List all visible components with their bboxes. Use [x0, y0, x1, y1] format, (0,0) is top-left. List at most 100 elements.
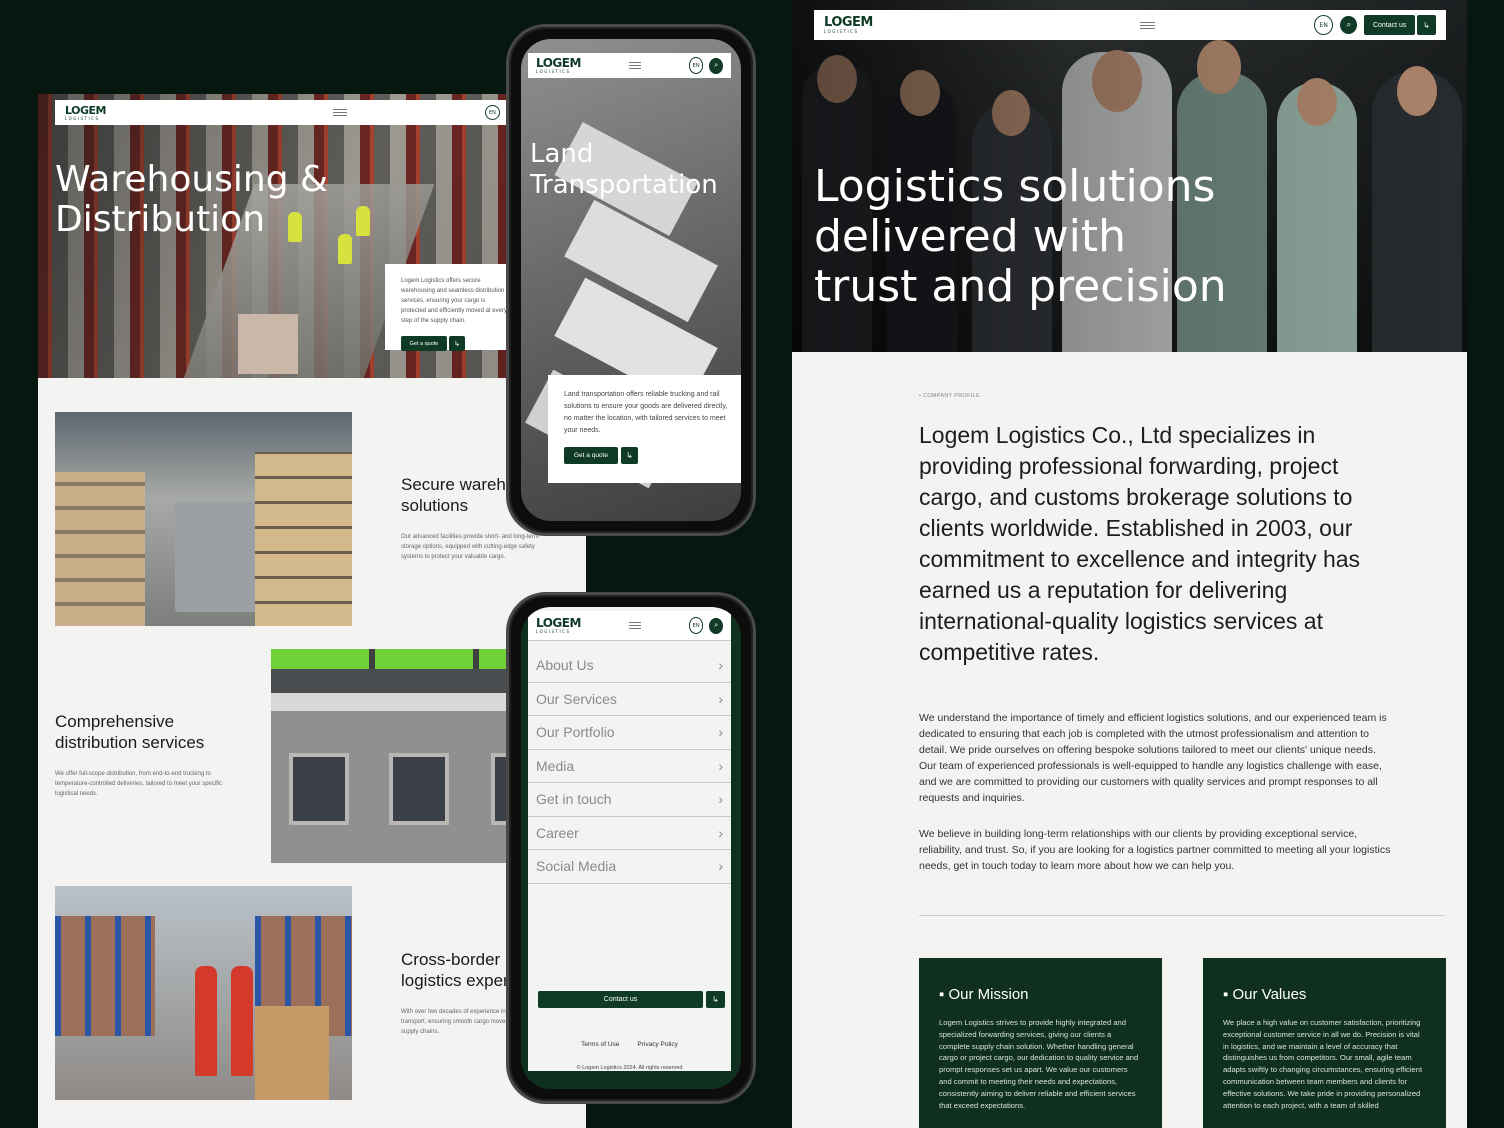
- copyright: © Logem Logistics 2024. All rights reser…: [576, 1065, 683, 1071]
- chevron-right-icon: ›: [718, 824, 723, 841]
- shelf-stack: [255, 452, 352, 626]
- logo[interactable]: LOGEM LOGISTICS: [536, 57, 581, 74]
- hero-title-line: delivered with: [814, 211, 1127, 262]
- lead-paragraph: Logem Logistics Co., Ltd specializes in …: [919, 422, 1361, 665]
- land-transport-hero: LOGEM LOGISTICS EN ⌕ Land Transportation …: [521, 39, 741, 521]
- dock-door: [389, 753, 449, 825]
- get-quote-button[interactable]: Get a quote: [401, 336, 447, 351]
- phone-land-transport: LOGEM LOGISTICS EN ⌕ Land Transportation …: [506, 24, 756, 536]
- racking: [55, 916, 155, 1036]
- contact-row: Contact us ↳: [538, 991, 725, 1008]
- menu-screen: LOGEM LOGISTICS EN ⌕ About Us › Our Servic…: [521, 607, 741, 1089]
- warehouse-hero-image: LOGEMLOGISTICS EN ⌕ Warehousing & Distri…: [38, 94, 586, 378]
- boxes: [255, 1006, 329, 1100]
- language-button[interactable]: EN: [688, 57, 704, 74]
- hero-card: Land transportation offers reliable truc…: [548, 375, 741, 483]
- worker-figure: [356, 206, 370, 236]
- mission-text: Logem Logistics strives to provide highl…: [939, 1018, 1139, 1110]
- hamburger-icon[interactable]: [1139, 21, 1156, 29]
- values-card: ▪ Our Values We place a high value on cu…: [1203, 958, 1446, 1128]
- chevron-right-icon: ›: [718, 724, 723, 741]
- mission-title-text: Our Mission: [948, 986, 1029, 1003]
- contact-us-button[interactable]: Contact us: [538, 991, 703, 1008]
- menu-item-our-portfolio[interactable]: Our Portfolio ›: [528, 716, 731, 750]
- menu-item-label: Our Services: [536, 690, 617, 707]
- top-nav: LOGEMLOGISTICS EN ⌕: [55, 100, 555, 125]
- contact-us-button[interactable]: Contact us: [1364, 15, 1415, 35]
- eyebrow: • COMPANY PROFILE: [919, 393, 980, 399]
- warehousing-page: LOGEMLOGISTICS EN ⌕ Warehousing & Distri…: [38, 94, 586, 1128]
- top-nav: LOGEMLOGISTICS EN ⌕: [528, 53, 731, 78]
- company-profile-page: LOGEM LOGISTICS EN ⌕ Contact us ↳ Logisti…: [792, 0, 1467, 1128]
- team-hero-image: LOGEM LOGISTICS EN ⌕ Contact us ↳ Logisti…: [792, 0, 1467, 352]
- forklift: [175, 502, 265, 612]
- pallet: [238, 314, 298, 374]
- menu-item-career[interactable]: Career ›: [528, 817, 731, 850]
- values-text: We place a high value on customer satisf…: [1223, 1018, 1423, 1110]
- menu-item-our-services[interactable]: Our Services ›: [528, 683, 731, 716]
- menu-item-about-us[interactable]: About Us ›: [528, 649, 731, 683]
- menu-item-label: Social Media: [536, 858, 617, 875]
- menu-item-media[interactable]: Media ›: [528, 750, 731, 783]
- chevron-right-icon: ›: [718, 858, 723, 875]
- hero-title: Warehousing & Distribution: [55, 160, 328, 240]
- mission-card: ▪ Our Mission Logem Logistics strives to…: [919, 958, 1162, 1128]
- hero-title: Logistics solutions delivered with trust…: [814, 162, 1227, 312]
- hero-card-text: Logem Logistics offers secure warehousin…: [401, 278, 507, 324]
- service-title: Comprehensive: [55, 712, 175, 731]
- hero-title-line: Warehousing &: [55, 159, 329, 200]
- terms-link[interactable]: Terms of Use: [581, 1041, 619, 1048]
- logo[interactable]: LOGEM LOGISTICS: [824, 16, 873, 34]
- hero-card: Logem Logistics offers secure warehousin…: [385, 264, 525, 351]
- hero-title-line: trust and precision: [814, 261, 1227, 312]
- hero-card-text: Land transportation offers reliable truc…: [564, 391, 728, 434]
- eyebrow-label: COMPANY PROFILE: [923, 393, 980, 399]
- arrow-icon[interactable]: ↳: [449, 336, 465, 351]
- worker-figure: [231, 966, 253, 1076]
- language-button[interactable]: EN: [688, 617, 704, 634]
- mission-title: ▪ Our Mission: [939, 986, 1029, 1003]
- arrow-icon[interactable]: ↳: [706, 991, 725, 1008]
- cross-border-warehouse-image: [55, 886, 352, 1100]
- worker-figure: [195, 966, 217, 1076]
- chevron-right-icon: ›: [718, 791, 723, 808]
- hamburger-icon[interactable]: [628, 62, 641, 69]
- privacy-link[interactable]: Privacy Policy: [637, 1041, 677, 1048]
- menu-item-label: Get in touch: [536, 791, 612, 808]
- phone-menu: LOGEM LOGISTICS EN ⌕ About Us › Our Servic…: [506, 592, 756, 1104]
- divider: [919, 915, 1445, 916]
- body-paragraph: We understand the importance of timely a…: [919, 712, 1387, 804]
- hamburger-icon[interactable]: [332, 109, 347, 116]
- logo[interactable]: LOGEM LOGISTICS: [536, 617, 581, 634]
- legal-links: Terms of Use Privacy Policy: [528, 1041, 731, 1048]
- language-button[interactable]: EN: [1314, 15, 1334, 35]
- menu-list: About Us › Our Services › Our Portfolio › M…: [528, 649, 731, 884]
- forklift-warehouse-image: [55, 412, 352, 626]
- values-title: ▪ Our Values: [1223, 986, 1307, 1003]
- service-text: We offer full-scope distribution, from e…: [55, 771, 223, 797]
- get-quote-button[interactable]: Get a quote: [564, 447, 618, 464]
- logo[interactable]: LOGEM LOGISTICS: [65, 105, 106, 121]
- menu-item-label: Career: [536, 824, 579, 841]
- menu-item-label: About Us: [536, 657, 594, 674]
- top-nav: LOGEM LOGISTICS EN ⌕ Contact us ↳: [814, 10, 1446, 40]
- menu-item-get-in-touch[interactable]: Get in touch ›: [528, 783, 731, 817]
- arrow-icon[interactable]: ↳: [1416, 15, 1436, 35]
- chevron-right-icon: ›: [718, 757, 723, 774]
- language-button[interactable]: EN: [484, 105, 500, 120]
- chevron-right-icon: ›: [718, 657, 723, 674]
- hero-title: Land Transportation: [530, 139, 718, 201]
- hero-title-line: Transportation: [530, 170, 718, 200]
- values-title-text: Our Values: [1232, 986, 1307, 1003]
- hero-title-line: Land: [530, 139, 594, 169]
- hero-title-line: Logistics solutions: [814, 161, 1216, 212]
- shelf-stack: [55, 472, 145, 626]
- hamburger-icon[interactable]: [628, 622, 641, 629]
- search-icon[interactable]: ⌕: [1340, 16, 1358, 34]
- arrow-icon[interactable]: ↳: [621, 447, 638, 464]
- service-text: Our advanced facilities provide short- a…: [401, 534, 539, 560]
- service-title: distribution services: [55, 733, 205, 752]
- search-icon[interactable]: ⌕: [709, 57, 723, 74]
- search-icon[interactable]: ⌕: [709, 617, 723, 634]
- menu-item-social-media[interactable]: Social Media ›: [528, 850, 731, 884]
